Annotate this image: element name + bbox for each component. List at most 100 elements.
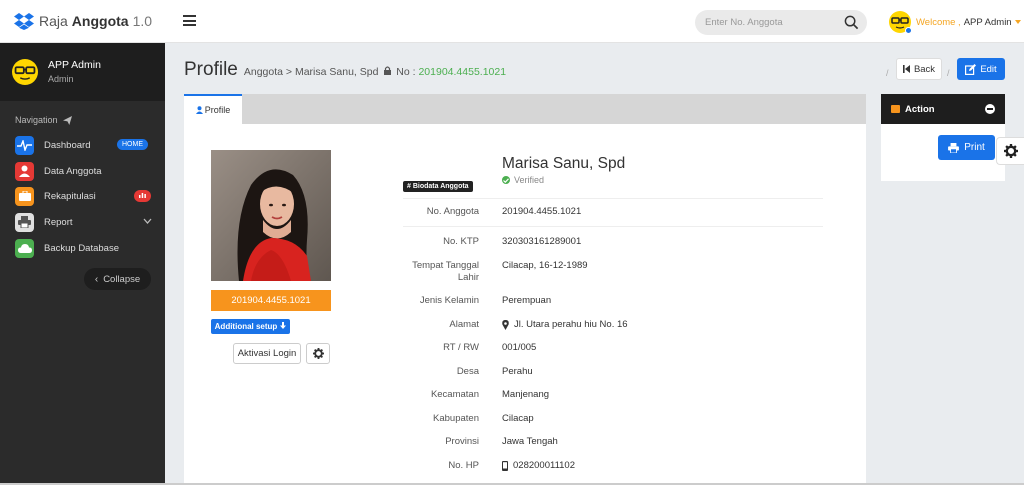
brand[interactable]: Raja Anggota 1.0 <box>14 12 152 30</box>
back-button[interactable]: Back <box>896 58 942 80</box>
map-marker-icon <box>502 319 509 330</box>
verified-status: Verified <box>502 175 544 185</box>
field-label: Kecamatan <box>430 389 479 400</box>
briefcase-icon <box>891 105 900 113</box>
sidebar-item-report[interactable]: Report <box>15 212 155 232</box>
floating-settings-button[interactable] <box>996 137 1024 165</box>
sidebar: APP Admin Admin Navigation Dashboard HOM… <box>0 43 165 485</box>
breadcrumb: Anggota > Marisa Sanu, Spd No : 201904.4… <box>244 66 506 78</box>
welcome-text: Welcome , <box>916 16 961 28</box>
brand-version: 1.0 <box>132 13 153 29</box>
field-label: Desa <box>456 366 479 377</box>
back-label: Back <box>913 63 936 75</box>
sidebar-avatar <box>12 59 38 85</box>
separator: / <box>947 68 950 78</box>
profile-photo <box>211 150 331 281</box>
chevron-down-icon <box>143 218 152 224</box>
field-value-desa: Perahu <box>502 366 533 377</box>
brand-part1: Raja <box>39 13 68 29</box>
member-number-bar: 201904.4455.1021 <box>211 290 331 311</box>
avatar <box>889 11 912 34</box>
sidebar-item-label: Rekapitulasi <box>44 190 96 202</box>
field-value-no-ktp: 320303161289001 <box>502 236 582 247</box>
nav-title-text: Navigation <box>15 115 58 125</box>
online-dot <box>905 27 912 34</box>
sidebar-item-label: Dashboard <box>44 139 91 151</box>
search-icon[interactable] <box>844 15 859 30</box>
field-label: No. Anggota <box>426 206 479 217</box>
nav-title: Navigation <box>15 115 72 125</box>
action-header: Action <box>881 94 1005 124</box>
biodata-badge: # Biodata Anggota <box>403 181 473 192</box>
field-label: No. HP <box>448 460 479 471</box>
breadcrumb-name: Marisa Sanu, Spd <box>294 66 379 78</box>
field-label: RT / RW <box>443 342 479 353</box>
search-input[interactable] <box>705 10 845 35</box>
briefcase-icon <box>15 186 34 206</box>
sidebar-user-role: Admin <box>48 74 74 84</box>
tab-profile[interactable]: Profile <box>184 94 242 124</box>
gear-icon <box>1003 144 1018 158</box>
collapse-label: Collapse <box>103 273 141 285</box>
user-icon <box>15 161 34 181</box>
breadcrumb-parent[interactable]: Anggota <box>244 66 283 78</box>
mobile-icon <box>502 460 508 471</box>
sidebar-item-label: Report <box>44 216 73 228</box>
field-value-rt-rw: 001/005 <box>502 342 537 353</box>
aktivasi-login-button[interactable]: Aktivasi Login <box>233 343 301 364</box>
action-panel: Action Print <box>881 94 1005 181</box>
field-label-line2: Lahir <box>457 272 479 283</box>
sidebar-user: APP Admin Admin <box>0 43 165 101</box>
chart-badge-icon <box>134 190 151 202</box>
field-value-provinsi: Jawa Tengah <box>502 436 558 447</box>
top-header: Raja Anggota 1.0 Welcome , APP Admin <box>0 0 1024 43</box>
divider <box>403 226 823 227</box>
field-label: No. KTP <box>443 236 479 247</box>
field-value-no-anggota: 201904.4455.1021 <box>502 206 582 217</box>
field-label: Provinsi <box>445 436 479 447</box>
no-hp-text: 028200011102 <box>513 460 575 471</box>
tab-label: Profile <box>204 105 231 115</box>
menu-toggle-icon[interactable] <box>183 15 196 26</box>
page-header: Profile Anggota > Marisa Sanu, Spd No : … <box>184 59 506 81</box>
arrow-down-icon <box>280 322 287 331</box>
paper-plane-icon <box>62 115 72 125</box>
divider <box>403 198 823 199</box>
tab-bar: Profile <box>184 94 866 124</box>
separator: / <box>886 68 889 78</box>
user-menu[interactable]: Welcome , APP Admin <box>889 11 1021 34</box>
breadcrumb-no-value: 201904.4455.1021 <box>418 66 507 78</box>
minus-circle-icon[interactable] <box>985 104 995 114</box>
chevron-left-icon: ‹ <box>94 273 99 285</box>
caret-down-icon <box>1014 20 1021 24</box>
page-title: Profile <box>184 59 238 80</box>
sidebar-item-rekapitulasi[interactable]: Rekapitulasi <box>15 186 155 206</box>
printer-icon <box>15 212 34 232</box>
edit-icon <box>965 63 977 75</box>
field-value-no-hp: 028200011102 <box>502 460 575 471</box>
field-value-alamat: Jl. Utara perahu hiu No. 16 <box>502 319 628 330</box>
additional-setup-button[interactable]: Additional setup <box>211 319 290 334</box>
print-label: Print <box>964 142 985 153</box>
sidebar-item-dashboard[interactable]: Dashboard HOME <box>15 135 155 155</box>
cloud-icon <box>15 238 34 258</box>
sidebar-item-data-anggota[interactable]: Data Anggota <box>15 161 155 181</box>
additional-setup-label: Additional setup <box>214 322 278 331</box>
settings-button[interactable] <box>306 343 330 364</box>
user-icon <box>195 106 203 114</box>
field-value-tempat-tanggal-lahir: Cilacap, 16-12-1989 <box>502 260 588 271</box>
search-box <box>695 10 867 35</box>
breadcrumb-no-label: No : <box>396 66 416 78</box>
collapse-button[interactable]: ‹ Collapse <box>84 268 151 290</box>
brand-part2: Anggota <box>71 13 129 29</box>
home-badge: HOME <box>117 139 148 150</box>
sidebar-user-name: APP Admin <box>48 59 101 71</box>
edit-button[interactable]: Edit <box>957 58 1005 80</box>
profile-card: 201904.4455.1021 Additional setup Aktiva… <box>184 124 866 485</box>
print-button[interactable]: Print <box>938 135 995 160</box>
sidebar-item-backup-database[interactable]: Backup Database <box>15 238 155 258</box>
field-label: Kabupaten <box>433 413 479 424</box>
verified-label: Verified <box>514 175 545 185</box>
action-title: Action <box>905 103 935 115</box>
field-label-line1: Tempat Tanggal <box>412 260 479 271</box>
